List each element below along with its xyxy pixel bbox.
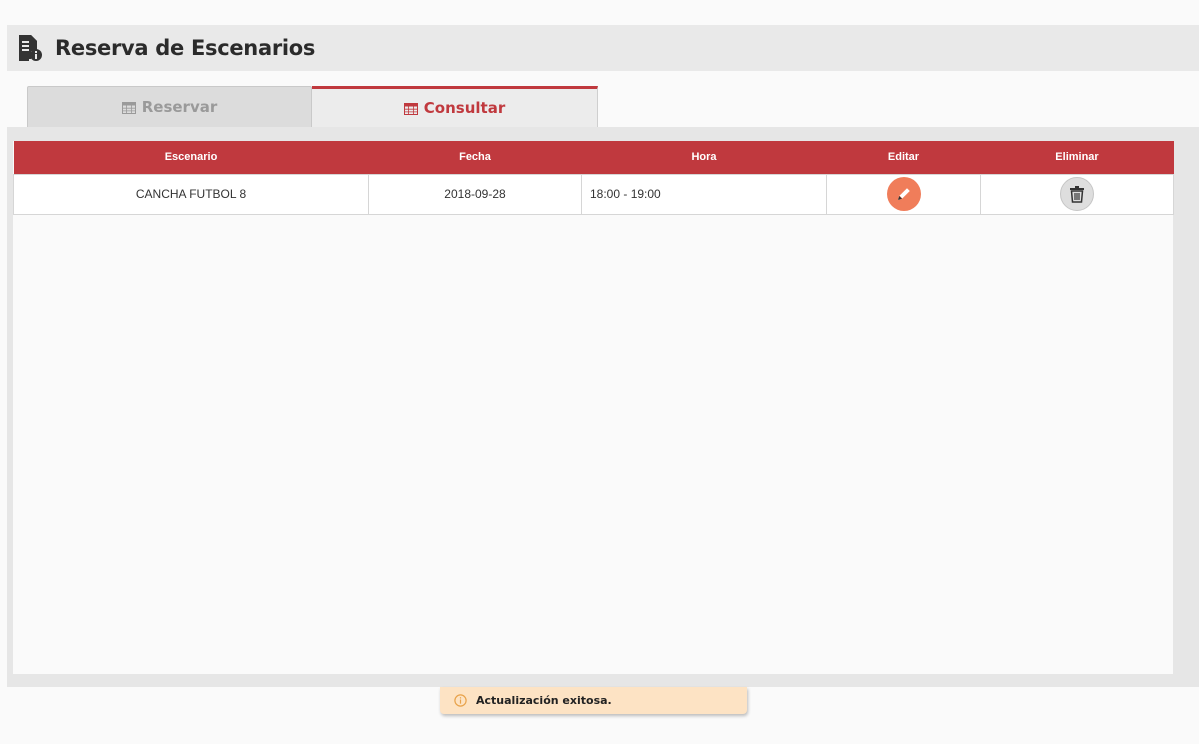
page-header: Reserva de Escenarios: [7, 25, 1199, 71]
cell-eliminar: [980, 173, 1174, 215]
document-info-icon: [17, 33, 45, 63]
column-header-fecha: Fecha: [368, 141, 582, 174]
tab-consultar[interactable]: Consultar: [312, 86, 598, 127]
column-header-editar: Editar: [826, 141, 981, 174]
trash-icon: [1070, 186, 1084, 203]
content-panel: Escenario Fecha Hora Editar Eliminar CAN…: [7, 127, 1199, 687]
info-icon: [454, 694, 467, 707]
page-title: Reserva de Escenarios: [55, 36, 316, 60]
edit-button[interactable]: [886, 177, 921, 211]
calendar-icon: [403, 102, 418, 115]
reservations-table: Escenario Fecha Hora Editar Eliminar CAN…: [13, 141, 1174, 215]
table-header-row: Escenario Fecha Hora Editar Eliminar: [13, 141, 1174, 174]
cell-fecha: 2018-09-28: [368, 173, 582, 215]
cell-escenario: CANCHA FUTBOL 8: [13, 173, 369, 215]
column-header-hora: Hora: [581, 141, 827, 174]
notification-toast: Actualización exitosa.: [440, 687, 747, 714]
pencil-icon: [897, 188, 910, 200]
calendar-icon: [121, 101, 136, 114]
delete-button[interactable]: [1060, 177, 1094, 211]
column-header-eliminar: Eliminar: [980, 141, 1174, 174]
cell-editar: [826, 173, 981, 215]
reservations-table-area: Escenario Fecha Hora Editar Eliminar CAN…: [13, 141, 1174, 674]
tab-bar: Reservar Consultar: [27, 86, 598, 127]
tab-reservar-label: Reservar: [141, 98, 218, 116]
toast-message: Actualización exitosa.: [476, 694, 612, 707]
cell-hora: 18:00 - 19:00: [581, 173, 827, 215]
table-row: CANCHA FUTBOL 8 2018-09-28 18:00 - 19:00: [13, 173, 1174, 215]
column-header-escenario: Escenario: [13, 141, 369, 174]
tab-consultar-label: Consultar: [423, 99, 506, 117]
tab-reservar[interactable]: Reservar: [27, 86, 312, 127]
